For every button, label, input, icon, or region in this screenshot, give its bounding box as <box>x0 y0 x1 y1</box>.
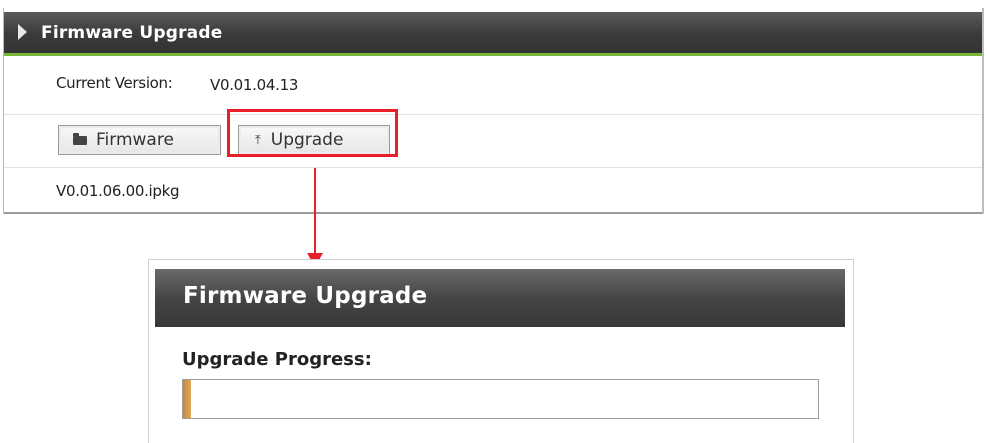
firmware-button[interactable]: Firmware <box>58 125 221 155</box>
firmware-upgrade-panel: Firmware Upgrade Current Version: V0.01.… <box>3 8 984 214</box>
current-version-value: V0.01.04.13 <box>210 76 299 94</box>
panel-title: Firmware Upgrade <box>41 23 223 43</box>
upgrade-progress-bar <box>182 379 819 419</box>
panel-header: Firmware Upgrade <box>4 12 982 56</box>
folder-open-icon <box>73 132 87 145</box>
selected-file-row: V0.01.06.00.ipkg <box>4 168 982 214</box>
upgrade-progress-label: Upgrade Progress: <box>182 349 372 370</box>
upgrade-progress-panel: Firmware Upgrade Upgrade Progress: <box>148 259 854 443</box>
progress-panel-title: Firmware Upgrade <box>183 283 428 309</box>
firmware-button-label: Firmware <box>96 130 174 150</box>
current-version-label: Current Version: <box>56 74 173 92</box>
arrow-connector <box>314 168 316 254</box>
triangle-right-icon[interactable] <box>18 24 27 40</box>
upgrade-highlight-box <box>227 109 398 157</box>
selected-file-name: V0.01.06.00.ipkg <box>56 182 180 200</box>
current-version-row: Current Version: V0.01.04.13 <box>4 56 982 115</box>
progress-bar-fill <box>183 380 191 418</box>
button-row: Firmware ⤒ Upgrade <box>4 115 982 168</box>
progress-panel-header: Firmware Upgrade <box>155 269 845 327</box>
